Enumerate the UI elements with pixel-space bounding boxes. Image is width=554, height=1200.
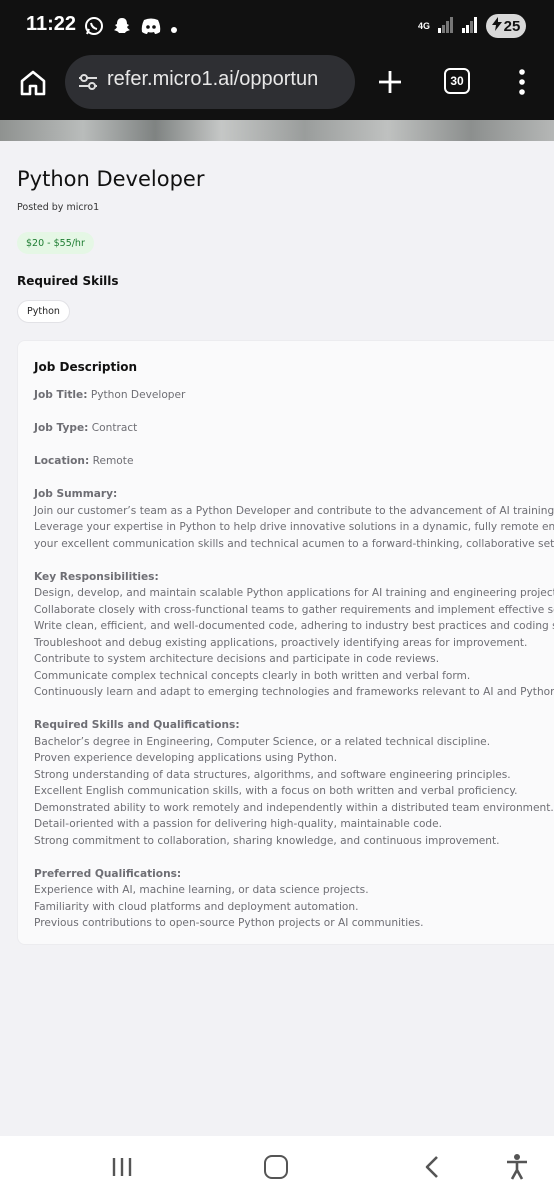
recent-apps-icon <box>112 1158 132 1176</box>
list-item: Familiarity with cloud platforms and dep… <box>34 900 359 913</box>
accessibility-button[interactable] <box>505 1153 529 1181</box>
list-item: Collaborate closely with cross-functiona… <box>34 603 554 616</box>
list-item: Design, develop, and maintain scalable P… <box>34 587 554 599</box>
list-item: Experience with AI, machine learning, or… <box>34 884 369 896</box>
battery-level: 25 <box>503 17 521 35</box>
home-icon <box>20 70 46 96</box>
recent-apps-button[interactable] <box>111 1156 133 1178</box>
page-content: Python Developer Posted by micro1 $20 - … <box>0 141 554 1136</box>
field-label: Job Type: <box>34 422 89 434</box>
back-button[interactable] <box>423 1155 441 1179</box>
job-description-body: Job Title: Python Developer Job Type: Co… <box>34 387 554 932</box>
list-item: Strong understanding of data structures,… <box>34 768 511 781</box>
section-heading: Key Responsibilities: <box>34 570 159 583</box>
job-description-card: Job Description Job Title: Python Develo… <box>17 340 554 945</box>
list-item: Continuously learn and adapt to emerging… <box>34 686 554 698</box>
job-type-row: Job Type: Contract <box>34 420 554 437</box>
charging-bolt-icon <box>491 17 502 35</box>
field-value: Remote <box>89 455 134 467</box>
url-text[interactable]: refer.micro1.ai/opportun <box>107 68 343 91</box>
location-row: Location: Remote <box>34 453 554 470</box>
summary-line: your excellent communication skills and … <box>34 537 554 550</box>
rate-badge: $20 - $55/hr <box>17 232 94 254</box>
plus-icon <box>379 71 401 93</box>
section-heading: Job Summary: <box>34 488 118 500</box>
field-value: Contract <box>88 422 138 434</box>
home-button[interactable] <box>264 1155 288 1179</box>
back-icon <box>425 1156 438 1178</box>
list-item: Communicate complex technical concepts c… <box>34 669 471 682</box>
posted-by: Posted by micro1 <box>17 202 100 213</box>
required-skills-heading: Required Skills <box>17 274 119 288</box>
more-vert-icon <box>519 69 525 95</box>
snapchat-icon <box>112 16 132 40</box>
discord-icon <box>140 17 162 39</box>
summary-line: Leverage your expertise in Python to hel… <box>34 521 554 533</box>
summary-line: Join our customer’s team as a Python Dev… <box>34 504 554 517</box>
browser-toolbar: refer.micro1.ai/opportun 30 <box>0 52 554 120</box>
dot-icon <box>170 19 178 38</box>
battery-indicator: 25 <box>486 14 526 38</box>
tab-switcher-button[interactable]: 30 <box>444 68 470 94</box>
list-item: Troubleshoot and debug existing applicat… <box>34 636 528 649</box>
site-settings-icon[interactable] <box>77 72 99 92</box>
list-item: Strong commitment to collaboration, shar… <box>34 834 500 847</box>
job-title-row: Job Title: Python Developer <box>34 387 554 404</box>
address-bar[interactable]: refer.micro1.ai/opportun <box>65 55 355 109</box>
field-label: Job Title: <box>34 389 88 401</box>
field-value: Python Developer <box>87 389 186 401</box>
list-item: Detail-oriented with a passion for deliv… <box>34 818 443 830</box>
status-bar: 11:22 4G 25 <box>0 0 554 52</box>
browser-menu-button[interactable] <box>512 68 532 96</box>
list-item: Write clean, efficient, and well-documen… <box>34 620 554 632</box>
list-item: Bachelor’s degree in Engineering, Comput… <box>34 735 491 748</box>
job-title: Python Developer <box>17 167 205 191</box>
new-tab-button[interactable] <box>374 66 406 98</box>
network-type-label: 4G <box>418 20 431 31</box>
section-heading: Required Skills and Qualifications: <box>34 719 240 731</box>
browser-home-button[interactable] <box>18 68 48 98</box>
section-heading: Preferred Qualifications: <box>34 867 182 880</box>
accessibility-icon <box>507 1154 527 1180</box>
list-item: Demonstrated ability to work remotely an… <box>34 801 554 814</box>
skill-chip: Python <box>17 300 70 323</box>
header-banner-image <box>0 120 554 141</box>
list-item: Previous contributions to open-source Py… <box>34 917 424 929</box>
signal-icon <box>438 15 454 37</box>
system-nav-bar <box>0 1136 554 1200</box>
list-item: Contribute to system architecture decisi… <box>34 653 440 665</box>
whatsapp-icon <box>84 16 104 40</box>
list-item: Proven experience developing application… <box>34 752 338 764</box>
list-item: Excellent English communication skills, … <box>34 785 518 797</box>
status-time: 11:22 <box>26 13 77 35</box>
status-indicators: 4G 25 <box>418 14 526 38</box>
signal-icon-secondary <box>462 15 478 37</box>
job-description-heading: Job Description <box>34 360 138 374</box>
notification-icons <box>84 16 178 40</box>
field-label: Location: <box>34 455 90 467</box>
